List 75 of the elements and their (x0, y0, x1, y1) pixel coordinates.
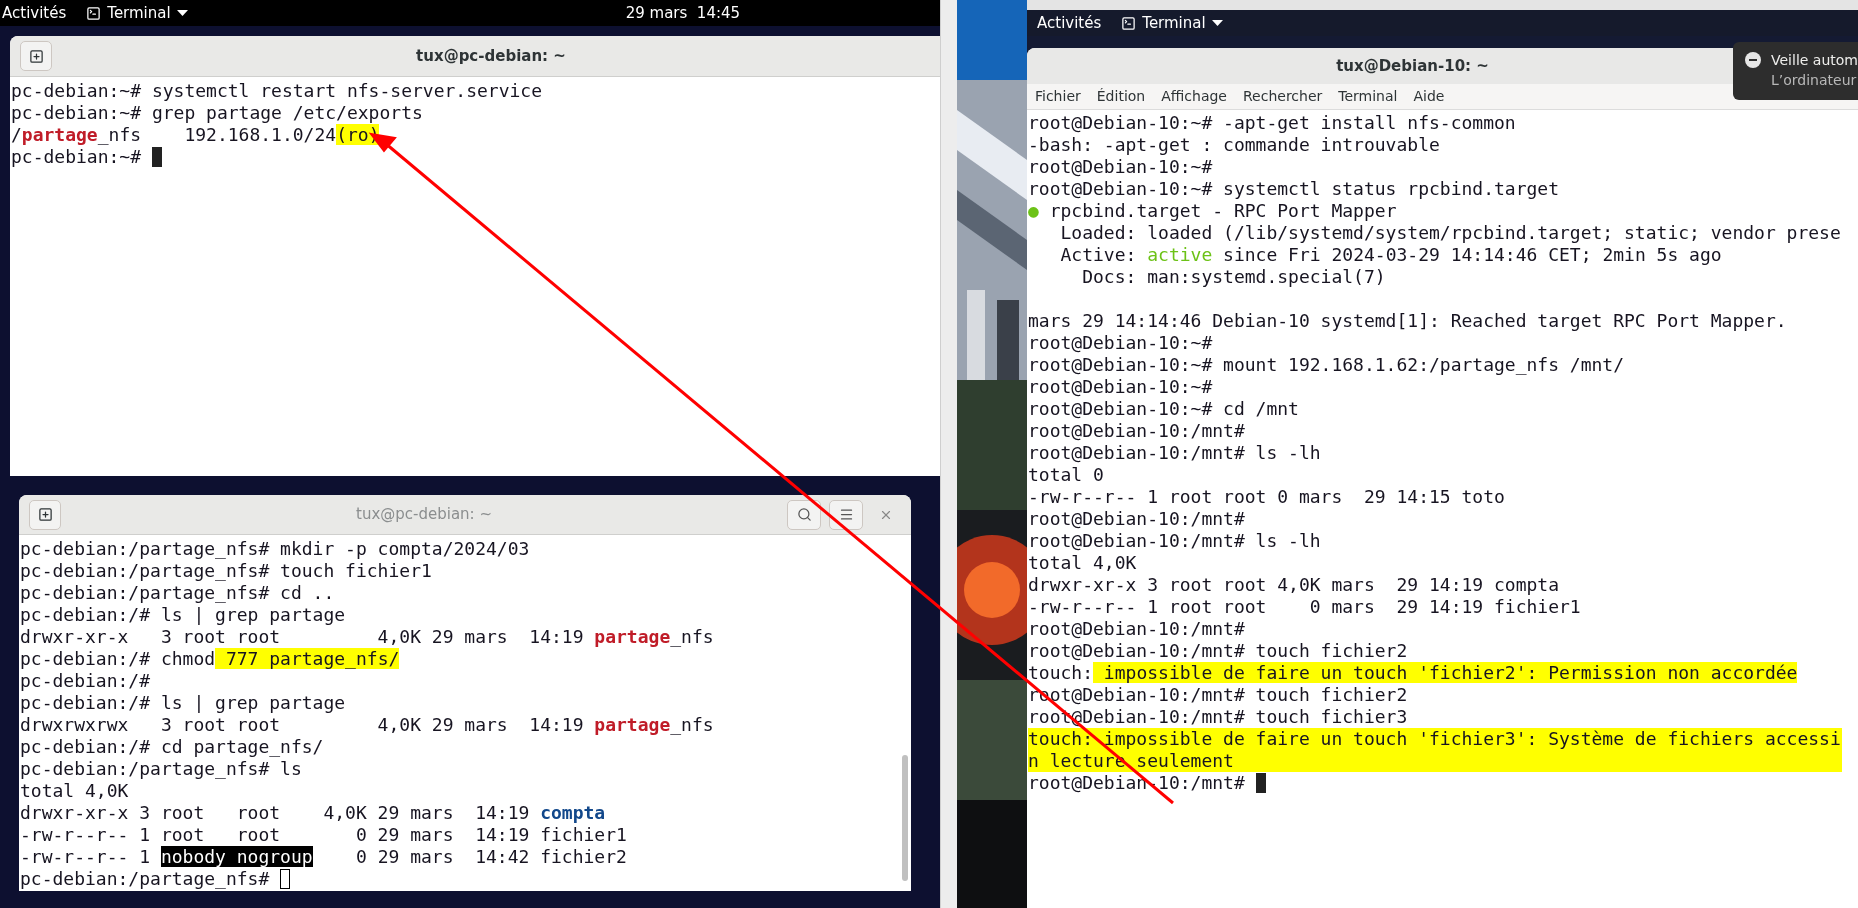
terminal-icon (86, 5, 102, 21)
activities-button[interactable]: Activités (2, 1, 67, 25)
menu-item[interactable]: Édition (1096, 86, 1146, 107)
terminal-line: drwxr-xr-x 3 root root 4,0K 29 mars 14:19 compta (20, 802, 606, 824)
terminal-line: root@Debian-10:~# -apt-get install nfs-common (1028, 112, 1516, 134)
terminal-line: pc-debian:/partage_nfs# touch fichier1 (20, 560, 432, 582)
terminal-line: -rw-r--r-- 1 root root 0 mars 29 14:15 toto (1028, 486, 1505, 508)
terminal-line: root@Debian-10:/mnt# (1028, 508, 1245, 530)
new-tab-button[interactable] (29, 499, 61, 530)
terminal-line: touch: impossible de faire un touch 'fichier2': Permission non accordée (1028, 662, 1798, 684)
terminal-line: drwxr-xr-x 3 root root 4,0K 29 mars 14:19 partage_nfs (20, 626, 714, 648)
minus-circle-icon (1745, 52, 1761, 68)
terminal-line: pc-debian:/partage_nfs# cd .. (20, 582, 335, 604)
menu-item[interactable]: Terminal (1338, 86, 1398, 107)
notification[interactable]: Veille autom L’ordinateur (1733, 42, 1858, 100)
terminal-line: total 4,0K (20, 780, 129, 802)
terminal-line: -rw-r--r-- 1 root root 0 29 mars 14:19 fichier1 (20, 824, 627, 846)
terminal-line: pc-debian:/partage_nfs# (20, 868, 271, 890)
terminal-line: mars 29 14:14:46 Debian-10 systemd[1]: Reached target RPC Port Mapper. (1028, 310, 1787, 332)
terminal-line: -bash: -apt-get : commande introuvable (1028, 134, 1440, 156)
menu-item[interactable]: Aide (1413, 86, 1445, 107)
terminal-line: root@Debian-10:~# cd /mnt (1028, 398, 1299, 420)
window-title: tux@pc-debian: ~ (356, 504, 492, 526)
terminal-line: total 4,0K (1028, 552, 1137, 574)
terminal-line: root@Debian-10:/mnt# (1028, 420, 1245, 442)
menu-item[interactable]: Affichage (1161, 86, 1227, 107)
caret-icon (176, 9, 188, 17)
terminal-line: pc-debian:~# systemctl restart nfs-server.service (11, 80, 542, 102)
terminal-line: root@Debian-10:~# (1028, 376, 1213, 398)
activities-button[interactable]: Activités (1037, 11, 1102, 35)
terminal-line: pc-debian:/partage_nfs# mkdir -p compta/2024/03 (20, 538, 530, 560)
terminal-line: root@Debian-10:/mnt# (1028, 618, 1245, 640)
search-icon (796, 507, 812, 522)
menu-item[interactable]: Fichier (1035, 86, 1081, 107)
caret-icon (1211, 19, 1223, 27)
terminal-line: pc-debian:/# (20, 670, 151, 692)
new-tab-icon (37, 507, 53, 522)
terminal-line: total 0 (1028, 464, 1104, 486)
terminal-line: -rw-r--r-- 1 root root 0 mars 29 14:19 fichier1 (1028, 596, 1581, 618)
terminal-line: root@Debian-10:~# (1028, 332, 1213, 354)
new-tab-icon (28, 48, 44, 64)
new-tab-button[interactable] (20, 41, 52, 71)
terminal-line: root@Debian-10:~# (1028, 156, 1213, 178)
terminal-line: Loaded: loaded (/lib/systemd/system/rpcbind.target; static; vendor prese (1059, 222, 1841, 244)
menu-button[interactable] (829, 499, 863, 530)
terminal-line: root@Debian-10:~# mount 192.168.1.62:/partage_nfs /mnt/ (1028, 354, 1625, 376)
window-title: tux@Debian-10: ~ (1336, 55, 1489, 77)
terminal-line: ● rpcbind.target - RPC Port Mapper (1028, 200, 1397, 222)
terminal-line: pc-debian:/# ls | grep partage (20, 692, 346, 714)
app-menu[interactable]: Terminal (86, 1, 188, 25)
terminal-line: root@Debian-10:/mnt# ls -lh (1028, 530, 1321, 552)
terminal-icon (1121, 15, 1137, 31)
terminal-line: -rw-r--r-- 1 nobody nogroup 0 29 mars 14:42 fichier2 (20, 846, 627, 868)
clock[interactable]: 29 mars 14:45 (625, 1, 741, 25)
app-menu[interactable]: Terminal (1121, 11, 1223, 35)
menu-icon (838, 507, 854, 522)
notification-body: L’ordinateur (1771, 71, 1858, 90)
terminal-line: pc-debian:/# chmod 777 partage_nfs/ (20, 648, 400, 670)
search-button[interactable] (787, 499, 821, 530)
terminal-line: pc-debian:/# cd partage_nfs/ (20, 736, 324, 758)
terminal-line: Active: active since Fri 2024-03-29 14:14:46 CET; 2min 5s ago (1059, 244, 1722, 266)
scrollbar[interactable] (902, 755, 908, 881)
terminal-line: pc-debian:/partage_nfs# ls (20, 758, 302, 780)
menu-item[interactable]: Rechercher (1243, 86, 1323, 107)
terminal-line: root@Debian-10:/mnt# ls -lh (1028, 442, 1321, 464)
terminal-line: pc-debian:/# ls | grep partage (20, 604, 346, 626)
terminal-line: root@Debian-10:/mnt# touch fichier2 (1028, 640, 1408, 662)
terminal-line: drwxrwxrwx 3 root root 4,0K 29 mars 14:19 partage_nfs (20, 714, 714, 736)
terminal-line: pc-debian:~# (11, 146, 143, 168)
terminal-line: Docs: man:systemd.special(7) (1081, 266, 1386, 288)
notification-title: Veille autom (1771, 51, 1858, 70)
window-title: tux@pc-debian: ~ (416, 45, 566, 67)
terminal-line: drwxr-xr-x 3 root root 4,0K mars 29 14:19 compta (1028, 574, 1559, 596)
terminal-line: root@Debian-10:~# systemctl status rpcbind.target (1028, 178, 1559, 200)
terminal-line: pc-debian:~# grep partage /etc/exports (11, 102, 423, 124)
